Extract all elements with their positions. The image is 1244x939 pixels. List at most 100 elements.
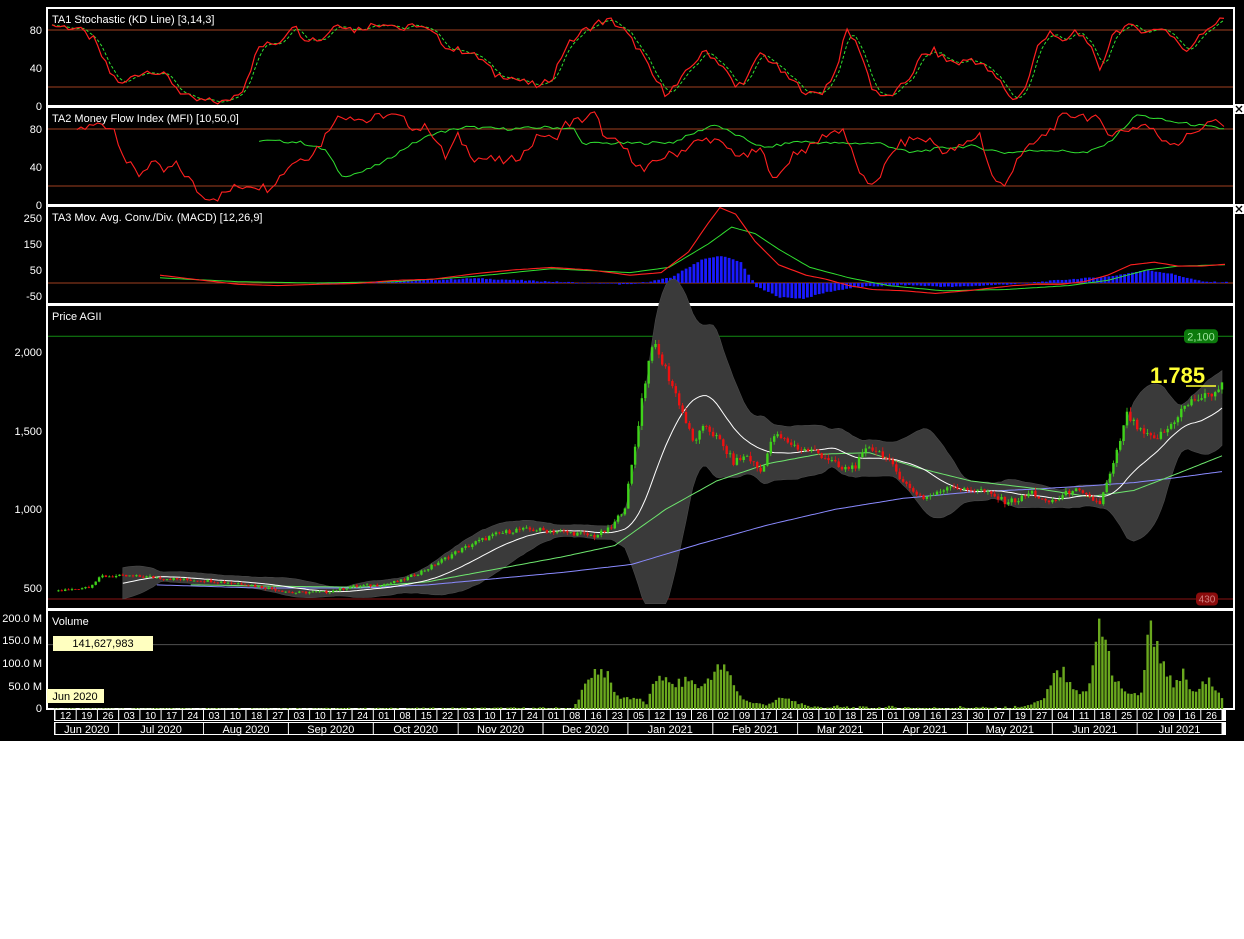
candle-body bbox=[1220, 382, 1224, 390]
candle-body bbox=[837, 461, 840, 467]
macd-histogram-bar bbox=[1033, 282, 1036, 283]
volume-bar bbox=[493, 707, 496, 709]
candle-body bbox=[74, 589, 77, 590]
candle-body bbox=[915, 491, 918, 495]
candle-body bbox=[552, 530, 555, 533]
volume-bar bbox=[218, 708, 222, 709]
macd-histogram-bar bbox=[1189, 278, 1193, 283]
volume-bar bbox=[551, 708, 554, 709]
macd-histogram-bar bbox=[1005, 283, 1009, 285]
volume-bar bbox=[584, 683, 587, 709]
x-tick-label: 26 bbox=[102, 711, 114, 722]
candle-body bbox=[1108, 473, 1112, 483]
macd-histogram-bar bbox=[610, 283, 614, 284]
candle-body bbox=[1091, 496, 1095, 501]
candle-body bbox=[762, 465, 766, 472]
candle-body bbox=[1149, 433, 1152, 436]
candle-body bbox=[477, 539, 481, 542]
volume-bar bbox=[593, 669, 597, 709]
volume-bar bbox=[962, 707, 965, 709]
x-tick-label: 15 bbox=[421, 711, 433, 722]
volume-bar bbox=[390, 707, 393, 709]
macd-histogram-bar bbox=[1009, 283, 1013, 285]
macd-histogram-bar bbox=[457, 279, 461, 283]
volume-bar bbox=[571, 708, 574, 709]
candle-body bbox=[969, 489, 973, 491]
volume-bar bbox=[758, 703, 761, 709]
volume-bar bbox=[761, 704, 765, 709]
macd-histogram-bar bbox=[441, 279, 445, 283]
volume-bar bbox=[322, 708, 325, 709]
candle-body bbox=[752, 461, 755, 463]
macd-histogram-bar bbox=[629, 283, 633, 285]
candle-body bbox=[627, 483, 630, 509]
candle-body bbox=[698, 430, 701, 440]
candle-body bbox=[1207, 393, 1210, 394]
volume-bar bbox=[522, 707, 525, 709]
candle-body bbox=[993, 493, 996, 497]
x-tick-label: 12 bbox=[60, 711, 72, 722]
macd-histogram-bar bbox=[1150, 270, 1154, 283]
macd-histogram-bar bbox=[727, 257, 731, 283]
candle-body bbox=[64, 589, 67, 591]
candle-body bbox=[1197, 399, 1200, 401]
volume-bar bbox=[1159, 663, 1162, 709]
candle-body bbox=[226, 582, 230, 584]
macd-histogram-bar bbox=[786, 283, 790, 298]
candle-body bbox=[823, 457, 827, 459]
candle-body bbox=[1156, 438, 1159, 440]
volume-bar bbox=[1094, 641, 1098, 709]
volume-bar bbox=[102, 708, 105, 709]
volume-bar bbox=[710, 679, 713, 709]
macd-histogram-bar bbox=[915, 283, 919, 286]
volume-bar bbox=[849, 708, 852, 709]
volume-bar bbox=[422, 707, 425, 709]
candle-body bbox=[515, 528, 518, 533]
macd-histogram-bar bbox=[500, 279, 504, 283]
volume-bar bbox=[1194, 691, 1198, 709]
x-tick-label: 24 bbox=[527, 711, 539, 722]
candle-body bbox=[138, 575, 141, 577]
macd-histogram-bar bbox=[868, 283, 872, 286]
candle-body bbox=[250, 585, 253, 586]
date-axis: 12 19 26 03 10 17 24 03 10 18 27 03 10 17 24 01 08 15 22 03… bbox=[54, 709, 1226, 736]
volume-bar bbox=[1143, 670, 1146, 709]
volume-bar bbox=[1120, 688, 1123, 709]
close-icon[interactable] bbox=[1234, 204, 1244, 214]
x-tick-label: 19 bbox=[81, 711, 93, 722]
volume-bar bbox=[1211, 686, 1214, 709]
macd-histogram-bar bbox=[563, 282, 567, 283]
volume-bar bbox=[1043, 698, 1046, 709]
candle-body bbox=[315, 591, 318, 593]
candle-body bbox=[1088, 494, 1091, 497]
volume-bar bbox=[668, 682, 671, 709]
volume-bar bbox=[1127, 693, 1130, 709]
volume-bar bbox=[150, 708, 154, 709]
close-icon[interactable] bbox=[1234, 104, 1244, 114]
volume-bar bbox=[648, 693, 651, 709]
volume-bar bbox=[781, 698, 784, 709]
volume-bar bbox=[800, 703, 803, 709]
macd-histogram-bar bbox=[488, 278, 492, 283]
candle-body bbox=[871, 447, 874, 451]
volume-bar bbox=[680, 686, 684, 709]
x-tick-label: 02 bbox=[1142, 711, 1154, 722]
x-tick-label: 02 bbox=[718, 711, 730, 722]
volume-bar bbox=[790, 701, 794, 709]
candle-body bbox=[230, 582, 233, 584]
candle-body bbox=[1058, 499, 1061, 500]
macd-histogram-bar bbox=[1064, 279, 1068, 283]
macd-histogram-bar bbox=[516, 280, 520, 283]
candle-body bbox=[983, 489, 986, 492]
volume-bar bbox=[794, 701, 797, 709]
candle-body bbox=[796, 444, 800, 450]
candle-body bbox=[559, 530, 562, 532]
candle-body bbox=[603, 530, 606, 533]
candle-body bbox=[294, 592, 298, 594]
macd-histogram-bar bbox=[657, 279, 661, 283]
volume-bar bbox=[1169, 675, 1172, 709]
volume-bar bbox=[516, 707, 519, 709]
volume-bar bbox=[739, 695, 742, 709]
candle-body bbox=[844, 467, 847, 470]
volume-bar bbox=[716, 664, 719, 709]
